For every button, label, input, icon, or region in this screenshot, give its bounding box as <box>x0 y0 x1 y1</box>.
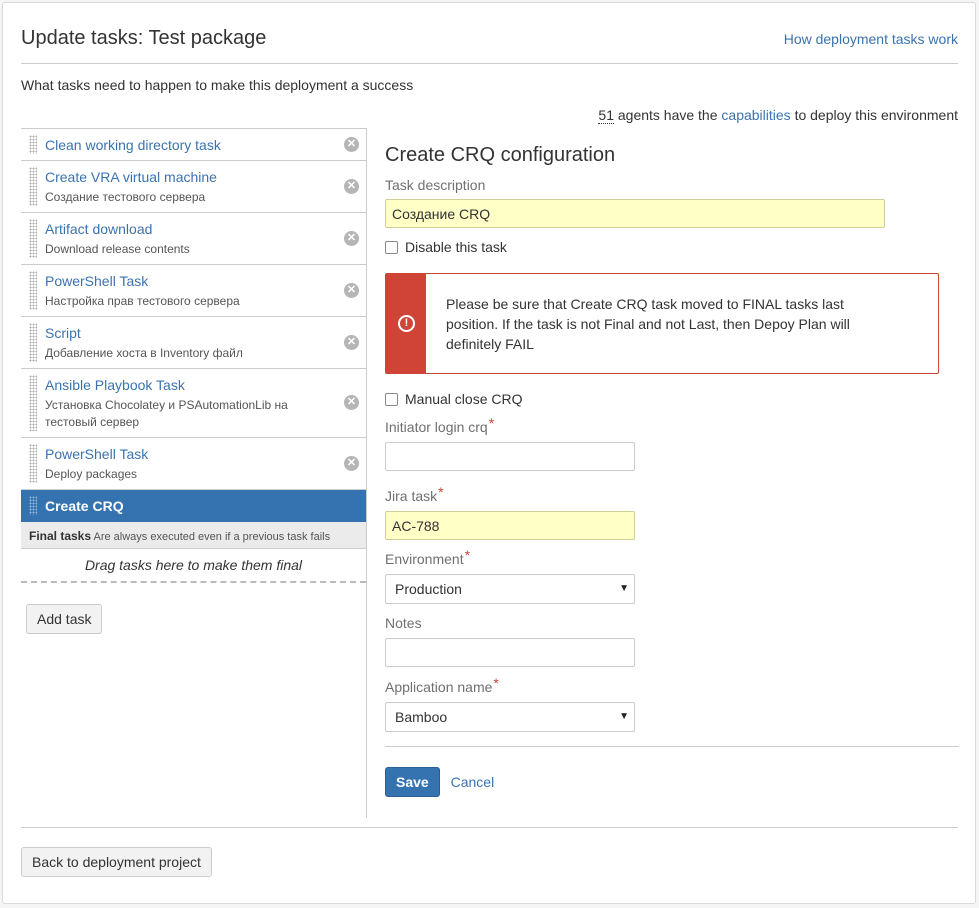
initiator-login-input[interactable] <box>385 442 635 471</box>
required-marker: * <box>438 484 444 500</box>
drag-handle-icon[interactable] <box>29 323 37 362</box>
environment-select[interactable]: Production ▼ <box>385 574 635 604</box>
drag-handle-icon[interactable] <box>29 375 37 431</box>
form-actions: Save Cancel <box>385 767 960 797</box>
task-description: Добавление хоста в Inventory файл <box>45 346 243 360</box>
task-item[interactable]: Ansible Playbook Task Установка Chocolat… <box>21 369 366 438</box>
column-divider <box>366 128 367 818</box>
manual-close-checkbox[interactable] <box>385 393 398 406</box>
disable-task-label: Disable this task <box>405 239 507 255</box>
task-description: Download release contents <box>45 242 190 256</box>
error-icon: ! <box>398 315 415 332</box>
task-title[interactable]: Ansible Playbook Task <box>45 376 326 394</box>
task-item[interactable]: PowerShell Task Deploy packages ✕ <box>21 438 366 490</box>
drag-handle-icon[interactable] <box>29 496 37 515</box>
page-subtitle: What tasks need to happen to make this d… <box>21 77 414 93</box>
remove-icon[interactable]: ✕ <box>344 395 359 410</box>
remove-icon[interactable]: ✕ <box>344 282 359 298</box>
jira-task-label: Jira task* <box>385 484 444 504</box>
task-title[interactable]: PowerShell Task <box>45 445 326 463</box>
task-description: Установка Chocolatey и PSAutomationLib н… <box>45 398 288 429</box>
agents-count[interactable]: 51 <box>598 107 614 124</box>
notes-input[interactable] <box>385 638 635 667</box>
manual-close-row[interactable]: Manual close CRQ <box>385 391 960 407</box>
task-item[interactable]: Artifact download Download release conte… <box>21 213 366 265</box>
drag-handle-icon[interactable] <box>29 135 37 154</box>
cancel-link[interactable]: Cancel <box>451 774 495 790</box>
drag-handle-icon[interactable] <box>29 271 37 310</box>
warning-text: Please be sure that Create CRQ task move… <box>446 296 850 352</box>
task-title[interactable]: Create VRA virtual machine <box>45 168 326 186</box>
manual-close-label: Manual close CRQ <box>405 391 523 407</box>
add-task-button[interactable]: Add task <box>26 604 103 634</box>
task-title[interactable]: Create CRQ <box>45 497 326 515</box>
task-description-label: Task description <box>385 177 486 193</box>
initiator-label: Initiator login crq* <box>385 415 495 435</box>
application-name-selected: Bamboo <box>395 709 448 725</box>
remove-icon[interactable]: ✕ <box>344 178 359 194</box>
capabilities-link[interactable]: capabilities <box>721 107 790 123</box>
final-tasks-drop-zone[interactable]: Drag tasks here to make them final <box>21 549 366 583</box>
environment-selected: Production <box>395 581 462 597</box>
disable-task-checkbox[interactable] <box>385 241 398 254</box>
task-list: Clean working directory task ✕ Create VR… <box>21 128 366 583</box>
task-description-input[interactable] <box>385 199 885 228</box>
task-title[interactable]: Clean working directory task <box>45 136 326 154</box>
jira-task-input[interactable] <box>385 511 635 540</box>
config-title: Create CRQ configuration <box>385 144 616 166</box>
warning-bar: ! <box>386 274 426 373</box>
final-tasks-header: Final tasks Are always executed even if … <box>21 522 366 549</box>
divider <box>21 63 958 64</box>
notes-label: Notes <box>385 615 422 631</box>
application-name-select[interactable]: Bamboo ▼ <box>385 702 635 732</box>
final-tasks-label: Final tasks <box>29 529 92 543</box>
save-button[interactable]: Save <box>385 767 440 797</box>
application-name-label: Application name* <box>385 675 499 695</box>
task-item[interactable]: Script Добавление хоста в Inventory файл… <box>21 317 366 369</box>
final-tasks-note: Are always executed even if a previous t… <box>93 531 331 543</box>
environment-label: Environment* <box>385 547 471 567</box>
agents-text-2: to deploy this environment <box>794 107 958 123</box>
task-description: Создание тестового сервера <box>45 190 206 204</box>
remove-icon[interactable]: ✕ <box>344 136 359 152</box>
chevron-down-icon: ▼ <box>619 583 629 594</box>
page: Update tasks: Test package How deploymen… <box>2 2 976 904</box>
remove-icon[interactable]: ✕ <box>344 230 359 246</box>
task-item[interactable]: Clean working directory task ✕ <box>21 129 366 161</box>
chevron-down-icon: ▼ <box>619 711 629 722</box>
back-to-project-button[interactable]: Back to deployment project <box>21 847 212 877</box>
help-link[interactable]: How deployment tasks work <box>784 31 958 47</box>
required-marker: * <box>488 415 495 431</box>
required-marker: * <box>493 675 499 691</box>
task-title[interactable]: Artifact download <box>45 220 326 238</box>
task-config-panel: Create CRQ configuration Task descriptio… <box>385 143 960 797</box>
page-title: Update tasks: Test package <box>21 27 267 49</box>
task-item[interactable]: PowerShell Task Настройка прав тестового… <box>21 265 366 317</box>
drag-handle-icon[interactable] <box>29 444 37 483</box>
task-description: Настройка прав тестового сервера <box>45 294 240 308</box>
task-description: Deploy packages <box>45 467 138 481</box>
required-marker: * <box>464 547 471 563</box>
disable-task-row[interactable]: Disable this task <box>385 239 960 255</box>
drag-handle-icon[interactable] <box>29 219 37 258</box>
warning-message: ! Please be sure that Create CRQ task mo… <box>385 273 939 374</box>
task-item-selected[interactable]: Create CRQ <box>21 490 366 522</box>
form-divider <box>385 746 959 747</box>
agents-info: 51 agents have the capabilities to deplo… <box>598 107 958 124</box>
task-item[interactable]: Create VRA virtual machine Создание тест… <box>21 161 366 213</box>
drag-handle-icon[interactable] <box>29 167 37 206</box>
task-title[interactable]: Script <box>45 324 326 342</box>
agents-text: agents have the <box>617 107 718 123</box>
remove-icon[interactable]: ✕ <box>344 455 359 471</box>
task-title[interactable]: PowerShell Task <box>45 272 326 290</box>
divider <box>21 827 958 828</box>
remove-icon[interactable]: ✕ <box>344 334 359 350</box>
